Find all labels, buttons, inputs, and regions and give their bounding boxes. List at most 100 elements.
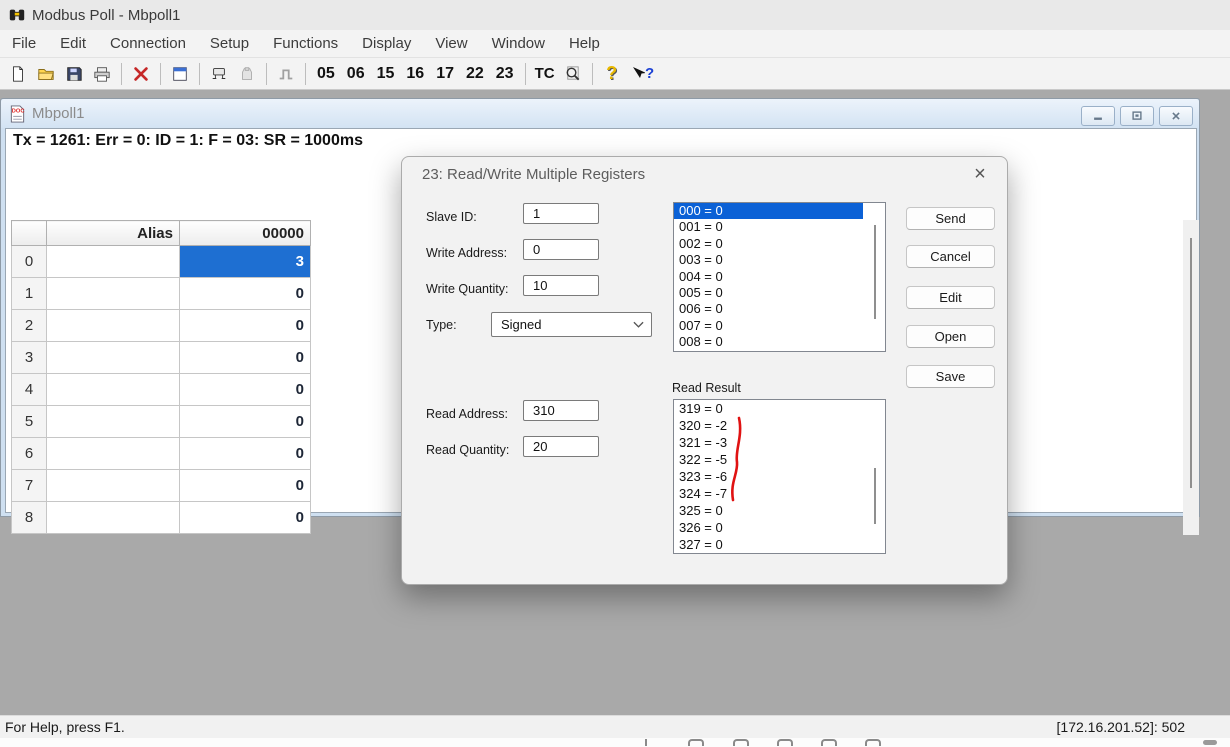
menu-edit[interactable]: Edit <box>48 30 98 57</box>
menu-setup[interactable]: Setup <box>198 30 261 57</box>
value-cell[interactable]: 0 <box>180 438 311 470</box>
context-help-button[interactable]: ? <box>627 61 659 87</box>
row-header[interactable]: 6 <box>12 438 47 470</box>
function-16-button[interactable]: 16 <box>400 65 430 83</box>
minimize-button[interactable] <box>1081 106 1115 126</box>
edit-button[interactable]: Edit <box>906 286 995 309</box>
cut-button[interactable] <box>128 61 154 87</box>
list-item[interactable]: 327 = 0 <box>674 536 863 553</box>
alias-cell[interactable] <box>47 438 180 470</box>
toolbar-separator <box>592 63 593 85</box>
list-item[interactable]: 004 = 0 <box>674 269 863 285</box>
read-quantity-input[interactable] <box>523 436 599 457</box>
function-23-button[interactable]: 23 <box>490 65 520 83</box>
value-cell-selected[interactable]: 3 <box>180 246 311 278</box>
value-cell[interactable]: 0 <box>180 374 311 406</box>
list-item[interactable]: 322 = -5 <box>674 451 863 468</box>
test-center-button[interactable]: TC <box>531 65 559 82</box>
row-header[interactable]: 1 <box>12 278 47 310</box>
send-button[interactable]: Send <box>906 207 995 230</box>
menu-window[interactable]: Window <box>480 30 557 57</box>
close-child-button[interactable] <box>1159 106 1193 126</box>
print-button[interactable] <box>89 61 115 87</box>
scrollbar-thumb[interactable] <box>874 468 876 524</box>
menu-view[interactable]: View <box>423 30 479 57</box>
restore-button[interactable] <box>1120 106 1154 126</box>
slave-id-input[interactable] <box>523 203 599 224</box>
list-item[interactable]: 005 = 0 <box>674 285 863 301</box>
menu-connection[interactable]: Connection <box>98 30 198 57</box>
list-item[interactable]: 326 = 0 <box>674 519 863 536</box>
save-file-button[interactable] <box>61 61 87 87</box>
save-button[interactable]: Save <box>906 365 995 388</box>
alias-cell[interactable] <box>47 374 180 406</box>
row-header[interactable]: 4 <box>12 374 47 406</box>
list-item[interactable]: 323 = -6 <box>674 468 863 485</box>
grid-header-alias[interactable]: Alias <box>47 221 180 246</box>
write-registers-list[interactable]: 000 = 0 001 = 0 002 = 0 003 = 0 004 = 0 … <box>673 202 886 352</box>
function-05-button[interactable]: 05 <box>311 65 341 83</box>
function-15-button[interactable]: 15 <box>371 65 401 83</box>
type-select[interactable]: Signed <box>491 312 652 337</box>
alias-cell[interactable] <box>47 278 180 310</box>
value-cell[interactable]: 0 <box>180 342 311 374</box>
menu-display[interactable]: Display <box>350 30 423 57</box>
list-item[interactable]: 320 = -2 <box>674 417 863 434</box>
menu-functions[interactable]: Functions <box>261 30 350 57</box>
menu-file[interactable]: File <box>0 30 48 57</box>
cancel-button[interactable]: Cancel <box>906 245 995 268</box>
about-help-button[interactable]: ? <box>599 61 625 87</box>
list-item[interactable]: 321 = -3 <box>674 434 863 451</box>
scrollbar-thumb[interactable] <box>874 225 876 319</box>
open-file-button[interactable] <box>33 61 59 87</box>
write-quantity-input[interactable] <box>523 275 599 296</box>
alias-cell[interactable] <box>47 406 180 438</box>
display-setup-button[interactable] <box>167 61 193 87</box>
alias-cell[interactable] <box>47 310 180 342</box>
read-result-list[interactable]: 319 = 0 320 = -2 321 = -3 322 = -5 323 =… <box>673 399 886 554</box>
scrollbar-thumb[interactable] <box>1190 238 1192 488</box>
alias-cell[interactable] <box>47 470 180 502</box>
value-cell[interactable]: 0 <box>180 470 311 502</box>
list-item[interactable]: 003 = 0 <box>674 252 863 268</box>
value-cell[interactable]: 0 <box>180 310 311 342</box>
grid-corner-cell[interactable] <box>12 221 47 246</box>
list-item[interactable]: 007 = 0 <box>674 318 863 334</box>
single-poll-button[interactable] <box>273 61 299 87</box>
list-item[interactable]: 001 = 0 <box>674 219 863 235</box>
alias-cell[interactable] <box>47 342 180 374</box>
list-item[interactable]: 002 = 0 <box>674 236 863 252</box>
value-cell[interactable]: 0 <box>180 406 311 438</box>
function-06-button[interactable]: 06 <box>341 65 371 83</box>
value-cell[interactable]: 0 <box>180 278 311 310</box>
list-item[interactable]: 006 = 0 <box>674 301 863 317</box>
read-write-definition-button[interactable] <box>206 61 232 87</box>
list-item[interactable]: 008 = 0 <box>674 334 863 350</box>
grid-header-register[interactable]: 00000 <box>180 221 311 246</box>
row-header[interactable]: 0 <box>12 246 47 278</box>
function-22-button[interactable]: 22 <box>460 65 490 83</box>
list-item[interactable]: 324 = -7 <box>674 485 863 502</box>
alias-cell[interactable] <box>47 246 180 278</box>
row-header[interactable]: 2 <box>12 310 47 342</box>
open-button[interactable]: Open <box>906 325 995 348</box>
dialog-close-button[interactable]: × <box>967 161 993 187</box>
row-header[interactable]: 7 <box>12 470 47 502</box>
new-file-button[interactable] <box>5 61 31 87</box>
function-17-button[interactable]: 17 <box>430 65 460 83</box>
taskbar-icon-partial <box>777 739 793 746</box>
row-header[interactable]: 3 <box>12 342 47 374</box>
value-cell[interactable]: 0 <box>180 502 311 534</box>
row-header[interactable]: 5 <box>12 406 47 438</box>
menu-help[interactable]: Help <box>557 30 612 57</box>
list-item[interactable]: 319 = 0 <box>674 400 863 417</box>
list-item[interactable]: 325 = 0 <box>674 502 863 519</box>
child-vertical-scrollbar[interactable] <box>1183 220 1199 535</box>
write-address-input[interactable] <box>523 239 599 260</box>
alias-cell[interactable] <box>47 502 180 534</box>
auto-poll-button[interactable] <box>234 61 260 87</box>
list-item-selected[interactable]: 000 = 0 <box>674 203 863 219</box>
read-address-input[interactable] <box>523 400 599 421</box>
row-header[interactable]: 8 <box>12 502 47 534</box>
test-center-view-button[interactable] <box>560 61 586 87</box>
